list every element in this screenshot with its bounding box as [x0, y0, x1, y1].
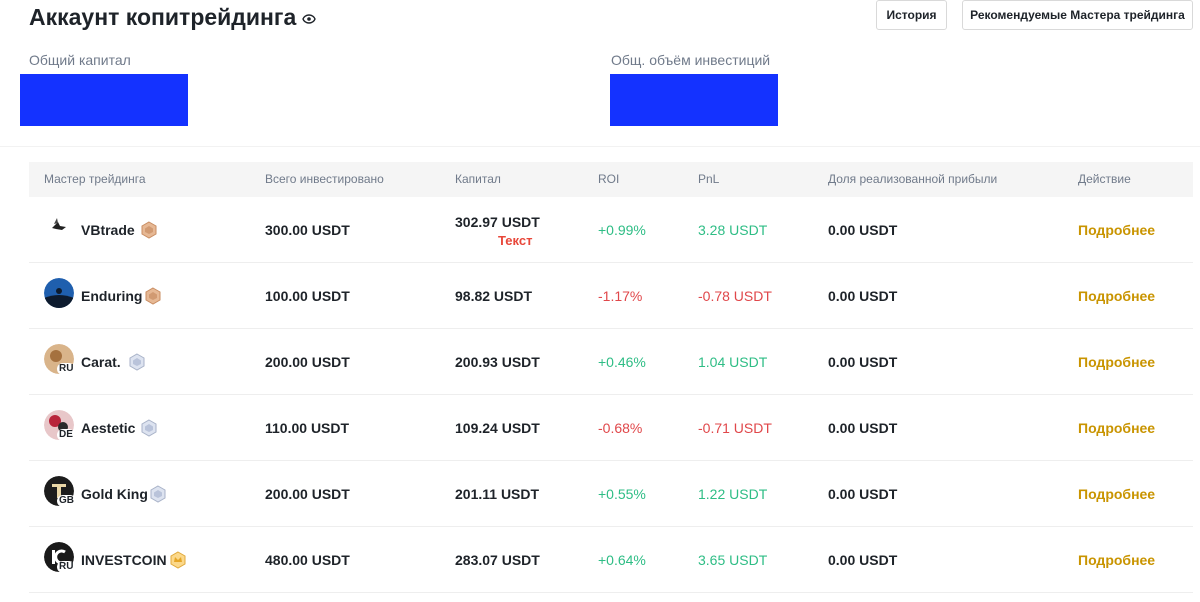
roi-value: +0.99%: [598, 222, 646, 238]
table-row: GB Gold King 200.00 USDT 201.11 USDT +0.…: [29, 461, 1193, 527]
column-header-roi: ROI: [598, 172, 620, 186]
realized-profit-share: 0.00 USDT: [828, 552, 898, 568]
trader-name[interactable]: VBtrade: [81, 197, 135, 263]
table-row: RU Carat. 200.00 USDT 200.93 USDT +0.46%…: [29, 329, 1193, 395]
realized-profit-share: 0.00 USDT: [828, 288, 898, 304]
roi-value: -1.17%: [598, 288, 643, 304]
table-row: VBtrade 300.00 USDT 302.97 USDT Текст +0…: [29, 197, 1193, 263]
realized-profit-share: 0.00 USDT: [828, 222, 898, 238]
table-row: DE Aestetic 110.00 USDT 109.24 USDT -0.6…: [29, 395, 1193, 461]
table-row: Enduring 100.00 USDT 98.82 USDT -1.17% -…: [29, 263, 1193, 329]
total-invested: 480.00 USDT: [265, 552, 350, 568]
roi-value: +0.64%: [598, 552, 646, 568]
bronze-badge-icon: [145, 287, 161, 305]
capital-value: 201.11 USDT: [455, 486, 540, 502]
column-header-profit-share: Доля реализованной прибыли: [828, 172, 998, 186]
pnl-value: 3.65 USDT: [698, 552, 768, 568]
total-invested: 110.00 USDT: [265, 420, 350, 436]
bronze-badge-icon: [141, 221, 157, 239]
capital-value: 98.82 USDT: [455, 288, 533, 304]
roi-value: +0.46%: [598, 354, 646, 370]
total-capital-label: Общий капитал: [29, 52, 131, 68]
realized-profit-share: 0.00 USDT: [828, 486, 898, 502]
column-header-invested: Всего инвестировано: [265, 172, 384, 186]
country-flag: DE: [57, 429, 75, 441]
details-link[interactable]: Подробнее: [1078, 329, 1155, 395]
total-investment-redacted: [610, 74, 778, 126]
trader-name[interactable]: Aestetic: [81, 395, 135, 461]
details-link[interactable]: Подробнее: [1078, 263, 1155, 329]
capital-note: Текст: [498, 233, 533, 248]
recommended-masters-button[interactable]: Рекомендуемые Мастера трейдинга: [962, 0, 1193, 30]
page-title-text: Аккаунт копитрейдинга: [29, 3, 297, 30]
pnl-value: 1.04 USDT: [698, 354, 768, 370]
trader-avatar[interactable]: [44, 278, 74, 308]
capital-value: 283.07 USDT: [455, 552, 540, 568]
trader-name[interactable]: INVESTCOIN: [81, 527, 167, 593]
total-invested: 200.00 USDT: [265, 354, 350, 370]
total-invested: 200.00 USDT: [265, 486, 350, 502]
roi-value: -0.68%: [598, 420, 643, 436]
column-header-master: Мастер трейдинга: [44, 172, 146, 186]
country-flag: GB: [57, 495, 76, 507]
total-invested: 300.00 USDT: [265, 222, 350, 238]
trader-avatar[interactable]: [44, 212, 74, 242]
silver-badge-icon: [150, 485, 166, 503]
capital-value: 200.93 USDT: [455, 354, 540, 370]
details-link[interactable]: Подробнее: [1078, 527, 1155, 593]
pnl-value: 3.28 USDT: [698, 222, 768, 238]
column-header-pnl: PnL: [698, 172, 720, 186]
gold-badge-icon: [170, 551, 186, 569]
details-link[interactable]: Подробнее: [1078, 395, 1155, 461]
silver-badge-icon: [141, 419, 157, 437]
country-flag: RU: [57, 561, 76, 573]
page-title: Аккаунт копитрейдинга: [29, 2, 317, 32]
pnl-value: 1.22 USDT: [698, 486, 768, 502]
realized-profit-share: 0.00 USDT: [828, 354, 898, 370]
trader-name[interactable]: Carat.: [81, 329, 121, 395]
silver-badge-icon: [129, 353, 145, 371]
country-flag: RU: [57, 363, 76, 375]
realized-profit-share: 0.00 USDT: [828, 420, 898, 436]
table-header: Мастер трейдинга Всего инвестировано Кап…: [29, 162, 1193, 197]
roi-value: +0.55%: [598, 486, 646, 502]
total-invested: 100.00 USDT: [265, 288, 350, 304]
details-link[interactable]: Подробнее: [1078, 461, 1155, 527]
table-row: RU INVESTCOIN 480.00 USDT 283.07 USDT +0…: [29, 527, 1193, 593]
pnl-value: -0.78 USDT: [698, 288, 772, 304]
divider: [0, 146, 1200, 147]
capital-value: 109.24 USDT: [455, 420, 540, 436]
total-capital-redacted: [20, 74, 188, 126]
pnl-value: -0.71 USDT: [698, 420, 772, 436]
column-header-action: Действие: [1078, 172, 1131, 186]
eye-icon[interactable]: [302, 14, 317, 24]
trader-name[interactable]: Enduring: [81, 263, 142, 329]
details-link[interactable]: Подробнее: [1078, 197, 1155, 263]
history-button[interactable]: История: [876, 0, 947, 30]
total-investment-label: Общ. объём инвестиций: [611, 52, 771, 68]
trader-name[interactable]: Gold King: [81, 461, 148, 527]
